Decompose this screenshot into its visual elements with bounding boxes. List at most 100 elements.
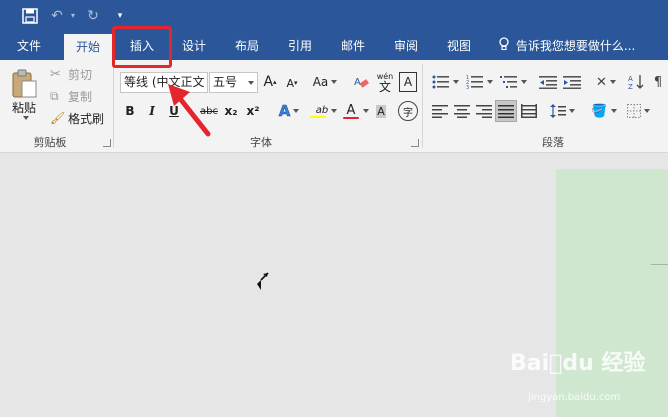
svg-text:A: A	[354, 77, 361, 88]
font-launcher-icon[interactable]	[411, 139, 419, 147]
document-page[interactable]	[556, 169, 668, 417]
paintbrush-icon: 🖌	[50, 111, 66, 125]
font-color-button[interactable]: A	[342, 100, 360, 122]
customize-qat-icon[interactable]: ▾	[114, 6, 126, 26]
page-margin-guide	[651, 264, 668, 265]
distributed-icon	[521, 104, 537, 118]
change-case-button[interactable]: Aa	[310, 72, 340, 92]
cut-button[interactable]: ✂ 剪切	[50, 64, 92, 84]
grow-font-button[interactable]: A ▴	[262, 72, 278, 92]
save-icon[interactable]	[20, 6, 40, 26]
eraser-icon: A	[354, 77, 369, 88]
ribbon-tabs: 文件 开始 插入 设计 布局 引用 邮件 审阅 视图 告诉我您想要做什么...	[0, 32, 668, 60]
clipboard-group-label: 剪贴板	[33, 136, 67, 149]
tab-view[interactable]: 视图	[437, 32, 481, 60]
font-color-dropdown[interactable]	[362, 101, 370, 121]
bold-icon: B	[125, 104, 135, 118]
subscript-icon: x₂	[224, 104, 238, 118]
format-painter-button[interactable]: 🖌 格式刷	[50, 108, 104, 128]
font-color-swatch	[343, 117, 359, 119]
change-case-icon: Aa	[312, 75, 329, 89]
shading-button[interactable]: 🪣	[590, 102, 618, 120]
paste-dropdown-icon[interactable]	[22, 115, 29, 120]
tell-me-text: 告诉我您想要做什么...	[515, 39, 636, 53]
align-left-icon	[432, 105, 448, 118]
phonetic-guide-button[interactable]: wén 文	[375, 70, 395, 94]
svg-text:A: A	[628, 75, 633, 83]
show-marks-button[interactable]: ¶	[650, 72, 666, 92]
grow-font-icon: A	[263, 74, 274, 90]
bullets-button[interactable]	[430, 72, 460, 92]
paste-button[interactable]: 粘贴	[8, 64, 40, 124]
italic-button[interactable]: I	[144, 101, 160, 121]
bullets-icon	[432, 75, 449, 89]
tab-mailings[interactable]: 邮件	[331, 32, 375, 60]
clipboard-icon	[12, 69, 37, 97]
mouse-pointer-icon	[257, 272, 269, 290]
asian-layout-button[interactable]: ✕	[592, 72, 620, 92]
tab-references[interactable]: 引用	[278, 32, 322, 60]
font-shading-button[interactable]: A	[376, 101, 386, 121]
borders-icon	[626, 104, 641, 118]
tab-review[interactable]: 审阅	[384, 32, 428, 60]
italic-icon: I	[149, 104, 155, 118]
character-border-button[interactable]: A	[399, 72, 417, 92]
scissors-icon: ✂	[50, 66, 61, 82]
tell-me-box[interactable]: 告诉我您想要做什么...	[498, 32, 635, 60]
enclose-characters-button[interactable]: 字	[398, 101, 418, 121]
character-border-icon: A	[403, 75, 413, 89]
format-painter-label: 格式刷	[68, 111, 105, 126]
superscript-button[interactable]: x²	[245, 101, 261, 121]
line-spacing-button[interactable]	[548, 102, 576, 120]
multilevel-list-icon	[499, 76, 517, 88]
insert-tab-highlight	[112, 26, 172, 68]
decrease-indent-button[interactable]	[538, 72, 558, 92]
increase-indent-button[interactable]	[562, 72, 582, 92]
clear-formatting-button[interactable]: A	[352, 72, 370, 92]
justify-button[interactable]	[495, 100, 517, 122]
phonetic-guide-char: 文	[378, 80, 391, 94]
sort-button[interactable]: AZ	[626, 72, 648, 92]
ribbon: 粘贴 ✂ 剪切 ⧉ 复制 🖌 格式刷 剪贴板 等线 (中文正文 五号 A ▴ A ▾…	[0, 60, 668, 153]
superscript-icon: x²	[246, 104, 260, 118]
annotation-arrow-icon	[168, 84, 211, 137]
text-highlight-dropdown[interactable]	[330, 101, 338, 121]
paint-bucket-icon: 🪣	[591, 103, 608, 119]
align-left-button[interactable]	[430, 102, 450, 120]
copy-icon: ⧉	[50, 88, 59, 103]
copy-button[interactable]: ⧉ 复制	[50, 86, 92, 106]
shrink-font-button[interactable]: A ▾	[284, 73, 300, 93]
tab-file[interactable]: 文件	[6, 32, 52, 60]
increase-indent-icon	[563, 76, 581, 89]
svg-text:3: 3	[466, 85, 469, 89]
shrink-font-icon: A	[286, 76, 294, 90]
decrease-indent-icon	[539, 76, 557, 89]
cut-label: 剪切	[68, 67, 93, 82]
highlight-color-swatch	[310, 116, 326, 118]
undo-icon[interactable]: ↶	[48, 6, 66, 26]
tab-home[interactable]: 开始	[64, 34, 112, 60]
line-spacing-icon	[549, 104, 566, 118]
tab-design[interactable]: 设计	[172, 32, 216, 60]
lightbulb-icon	[498, 33, 512, 61]
group-separator	[422, 64, 423, 148]
redo-icon[interactable]: ↻	[84, 6, 102, 26]
sort-icon: AZ	[628, 75, 644, 90]
subscript-button[interactable]: x₂	[223, 101, 239, 121]
group-separator	[113, 64, 114, 148]
clipboard-launcher-icon[interactable]	[103, 139, 111, 147]
text-effects-button[interactable]: A	[276, 101, 302, 121]
title-bar: ↶ ▾ ↻ ▾	[0, 0, 668, 32]
bold-button[interactable]: B	[122, 101, 138, 121]
paste-label: 粘贴	[11, 100, 36, 115]
tab-layout[interactable]: 布局	[225, 32, 269, 60]
borders-button[interactable]	[624, 102, 652, 120]
distributed-button[interactable]	[519, 102, 539, 120]
font-size-dropdown-icon[interactable]	[248, 81, 254, 85]
numbering-button[interactable]: 123	[464, 72, 494, 92]
svg-text:Z: Z	[628, 83, 633, 90]
multilevel-list-button[interactable]	[498, 72, 528, 92]
undo-dropdown-icon[interactable]: ▾	[68, 6, 78, 26]
align-right-button[interactable]	[474, 102, 494, 120]
align-center-button[interactable]	[452, 102, 472, 120]
